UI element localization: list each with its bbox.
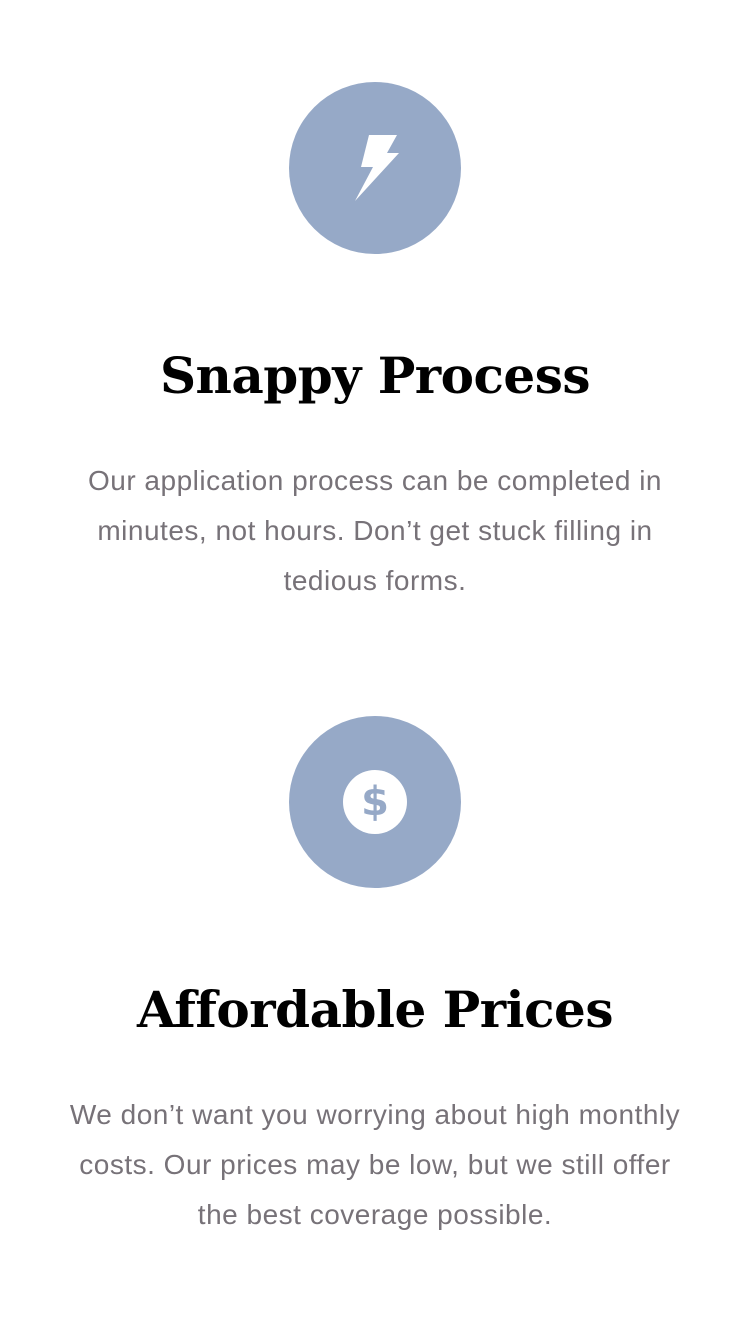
feature-snappy-process: Snappy Process Our application process c… [0, 82, 750, 606]
feature-title: Snappy Process [159, 346, 591, 405]
svg-text:$: $ [361, 779, 389, 825]
dollar-coin-icon: $ [343, 770, 407, 834]
feature-icon-circle [289, 82, 461, 254]
feature-affordable-prices: $ Affordable Prices We don’t want you wo… [0, 716, 750, 1240]
lightning-bolt-icon [355, 135, 399, 201]
feature-title: Affordable Prices [137, 980, 614, 1039]
feature-icon-circle: $ [289, 716, 461, 888]
features-page: Snappy Process Our application process c… [0, 0, 750, 1334]
feature-description: Our application process can be completed… [87, 465, 663, 596]
feature-description: We don’t want you worrying about high mo… [69, 1099, 681, 1230]
